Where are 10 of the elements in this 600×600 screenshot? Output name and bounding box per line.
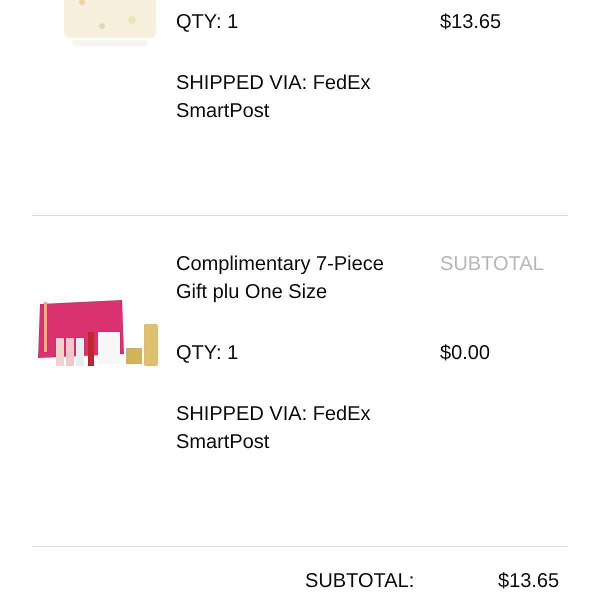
shipping-text: SHIPPED VIA: FedEx SmartPost xyxy=(176,402,372,455)
shipping-text: SHIPPED VIA: FedEx SmartPost xyxy=(176,71,372,124)
price-text: $13.65 xyxy=(440,10,502,35)
subtotal-value: $13.65 xyxy=(498,569,560,594)
subtotal-label: SUBTOTAL xyxy=(440,252,544,277)
quantity-text: QTY: 1 xyxy=(176,10,240,35)
price-text: $0.00 xyxy=(440,341,492,366)
quantity-text: QTY: 1 xyxy=(176,341,240,366)
product-name: Complimentary 7-Piece Gift plu One Size xyxy=(176,252,385,305)
subtotal-label: SUBTOTAL: xyxy=(305,569,416,594)
